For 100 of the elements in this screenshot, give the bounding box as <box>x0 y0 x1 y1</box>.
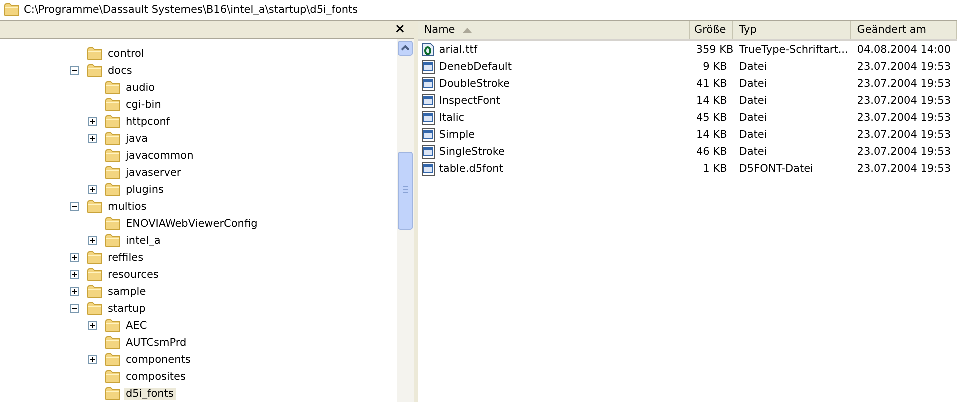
file-name[interactable]: table.d5font <box>437 162 506 174</box>
file-size: 359 KB <box>695 44 734 56</box>
folder-label[interactable]: cgi-bin <box>124 98 164 110</box>
folder-label[interactable]: d5i_fonts <box>124 388 176 400</box>
folder-label[interactable]: javacommon <box>124 150 196 162</box>
file-modified: 23.07.2004 19:53 <box>856 78 952 90</box>
folder-label[interactable]: AEC <box>124 320 150 332</box>
folder-label[interactable]: AUTCsmPrd <box>124 336 189 348</box>
file-size: 9 KB <box>702 60 728 72</box>
file-modified: 23.07.2004 19:53 <box>856 112 952 124</box>
minus-icon[interactable] <box>70 304 79 313</box>
folder-icon <box>105 182 121 196</box>
file-name[interactable]: DoubleStroke <box>437 78 512 90</box>
folder-icon <box>105 352 121 366</box>
folder-icon <box>105 132 121 146</box>
folder-icon <box>105 98 121 112</box>
folder-label[interactable]: intel_a <box>124 234 163 246</box>
folder-icon <box>87 268 103 282</box>
folder-label[interactable]: components <box>124 354 193 366</box>
window-file-icon <box>422 94 436 108</box>
file-modified: 23.07.2004 19:53 <box>856 146 952 158</box>
file-size: 46 KB <box>695 146 728 158</box>
folder-label[interactable]: control <box>106 48 146 60</box>
close-button[interactable]: × <box>392 22 408 36</box>
window-file-icon <box>422 110 436 124</box>
scroll-up-icon[interactable] <box>398 41 413 56</box>
window-file-icon <box>422 60 436 74</box>
file-type: Datei <box>738 146 768 158</box>
folder-icon <box>105 216 121 230</box>
folder-label[interactable]: java <box>124 132 150 144</box>
file-modified: 23.07.2004 19:53 <box>856 162 952 174</box>
scrollbar[interactable] <box>396 39 414 402</box>
file-size: 41 KB <box>695 78 728 90</box>
file-type: Datei <box>738 128 768 140</box>
column-header[interactable]: Name <box>424 24 456 36</box>
folder-icon <box>87 200 103 214</box>
file-modified: 23.07.2004 19:53 <box>856 60 952 72</box>
folder-icon <box>105 318 121 332</box>
plus-icon[interactable] <box>88 134 97 143</box>
plus-icon[interactable] <box>70 270 79 279</box>
folder-icon <box>105 166 121 180</box>
file-name[interactable]: DenebDefault <box>437 60 514 72</box>
file-type: Datei <box>738 112 768 124</box>
folder-label[interactable]: audio <box>124 82 158 94</box>
file-type: Datei <box>738 94 768 106</box>
plus-icon[interactable] <box>70 253 79 262</box>
file-type: TrueType-Schriftart... <box>738 44 850 56</box>
folder-label[interactable]: ENOVIAWebViewerConfig <box>124 218 260 230</box>
minus-icon[interactable] <box>70 202 79 211</box>
plus-icon[interactable] <box>88 321 97 330</box>
address-path: C:\Programme\Dassault Systemes\B16\intel_a\startup\d5i_fonts <box>24 4 358 16</box>
file-name[interactable]: arial.ttf <box>437 44 480 56</box>
plus-icon[interactable] <box>88 355 97 364</box>
folder-icon <box>105 234 121 248</box>
column-header[interactable]: Geändert am <box>857 24 927 36</box>
folder-label[interactable]: docs <box>106 64 134 76</box>
plus-icon[interactable] <box>88 236 97 245</box>
folder-label[interactable]: resources <box>106 268 161 280</box>
column-header[interactable]: Größe <box>694 24 726 36</box>
folder-label[interactable]: plugins <box>124 184 166 196</box>
column-header[interactable]: Typ <box>739 24 757 36</box>
font-file-icon <box>422 42 436 56</box>
window-file-icon <box>422 144 436 158</box>
file-modified: 23.07.2004 19:53 <box>856 128 952 140</box>
plus-icon[interactable] <box>88 117 97 126</box>
file-size: 14 KB <box>695 128 728 140</box>
file-name[interactable]: Simple <box>437 128 478 140</box>
scroll-thumb-icon[interactable] <box>398 152 413 230</box>
folder-label[interactable]: sample <box>106 286 148 298</box>
folder-label[interactable]: reffiles <box>106 252 146 264</box>
folder-label[interactable]: httpconf <box>124 116 172 128</box>
plus-icon[interactable] <box>70 287 79 296</box>
folder-label[interactable]: composites <box>124 370 188 382</box>
file-size: 14 KB <box>695 94 728 106</box>
folder-label[interactable]: startup <box>106 302 148 314</box>
file-type: Datei <box>738 78 768 90</box>
file-size: 45 KB <box>695 112 728 124</box>
folder-icon <box>87 284 103 298</box>
file-modified: 04.08.2004 14:00 <box>856 44 952 56</box>
folder-icon <box>87 250 103 264</box>
plus-icon[interactable] <box>88 185 97 194</box>
window-file-icon <box>422 128 436 142</box>
folder-icon <box>87 302 103 316</box>
file-name[interactable]: Italic <box>437 112 467 124</box>
file-type: D5FONT-Datei <box>738 162 814 174</box>
folder-icon <box>105 370 121 384</box>
file-type: Datei <box>738 60 768 72</box>
minus-icon[interactable] <box>70 66 79 75</box>
folder-label[interactable]: javaserver <box>124 166 184 178</box>
file-modified: 23.07.2004 19:53 <box>856 94 952 106</box>
folder-icon <box>87 46 103 60</box>
folder-icon <box>105 114 121 128</box>
folder-icon <box>105 148 121 162</box>
folder-icon <box>105 386 121 400</box>
folder-icon <box>87 64 103 78</box>
folder-label[interactable]: multios <box>106 200 149 212</box>
file-name[interactable]: SingleStroke <box>437 146 508 158</box>
file-name[interactable]: InspectFont <box>437 94 502 106</box>
folder-icon <box>105 336 121 350</box>
window-file-icon <box>422 162 436 176</box>
